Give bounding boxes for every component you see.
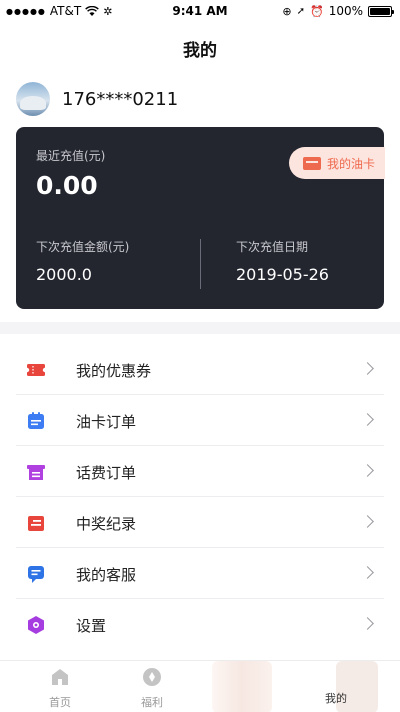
menu-item-settings[interactable]: 设置 (0, 599, 400, 650)
profile-icon (326, 667, 346, 687)
menu-item-coupons[interactable]: 我的优惠券 (0, 344, 400, 395)
tab-welfare[interactable]: 福利 (122, 667, 182, 710)
recharge-card: 最近充值(元) 0.00 我的油卡 下次充值金额(元) 2000.0 下次充值日… (16, 127, 385, 309)
menu-item-customer-service[interactable]: 我的客服 (0, 548, 400, 599)
alarm-icon: ⏰ (309, 4, 324, 18)
menu-item-oil-card-orders[interactable]: 油卡订单 (0, 395, 400, 446)
next-date-label: 下次充值日期 (236, 240, 309, 254)
settings-icon (28, 616, 44, 634)
menu-label: 话费订单 (76, 464, 137, 482)
my-oil-card-label: 我的油卡 (327, 156, 376, 171)
recent-recharge-amount: 0.00 (36, 171, 98, 200)
my-oil-card-button[interactable]: 我的油卡 (289, 147, 385, 179)
prize-record-icon (28, 516, 44, 531)
card-divider (200, 239, 201, 289)
tab-label: 首页 (49, 696, 71, 709)
menu-list: 我的优惠券 油卡订单 话费订单 中奖纪录 我的客服 设置 (0, 344, 400, 650)
status-bar: ●●●●● AT&T ✲ 9:41 AM ⊕ ➚ ⏰ 100% (0, 0, 400, 22)
avatar[interactable] (16, 82, 50, 116)
tab-label: 福利 (141, 696, 163, 709)
page-title: 我的 (183, 41, 217, 61)
phone-number: 176****0211 (62, 88, 179, 110)
lock-rotation-icon: ⊕ (282, 4, 292, 18)
battery-icon (368, 5, 394, 17)
phone-bill-order-icon (27, 465, 45, 480)
menu-label: 中奖纪录 (76, 515, 137, 533)
status-right-group: ⊕ ➚ ⏰ 100% (282, 4, 394, 18)
next-amount-label: 下次充值金额(元) (36, 240, 130, 254)
profile-row[interactable]: 176****0211 (16, 82, 178, 116)
tab-profile[interactable]: 我的 (306, 667, 366, 706)
next-date-value: 2019-05-26 (236, 265, 329, 284)
tab-home[interactable]: 首页 (30, 667, 90, 710)
chevron-right-icon (361, 464, 374, 477)
menu-item-phone-bill-orders[interactable]: 话费订单 (0, 446, 400, 497)
tab-bar: 首页 福利 我的 (0, 660, 400, 712)
next-amount-value: 2000.0 (36, 265, 92, 284)
chevron-right-icon (361, 362, 374, 375)
chevron-right-icon (361, 413, 374, 426)
blurred-overlay (212, 661, 272, 712)
battery-percent: 100% (328, 4, 363, 18)
chevron-right-icon (361, 617, 374, 630)
coupon-icon (26, 364, 46, 376)
menu-label: 我的优惠券 (76, 362, 152, 380)
menu-label: 油卡订单 (76, 413, 137, 431)
home-icon (52, 669, 68, 685)
welfare-icon (143, 668, 161, 686)
section-divider (0, 322, 400, 334)
oil-card-order-icon (28, 412, 44, 429)
recent-recharge-label: 最近充值(元) (36, 149, 106, 163)
menu-label: 设置 (76, 617, 107, 635)
customer-service-icon (28, 566, 44, 583)
menu-item-prize-records[interactable]: 中奖纪录 (0, 497, 400, 548)
chevron-right-icon (361, 566, 374, 579)
location-icon: ➚ (296, 5, 305, 17)
menu-label: 我的客服 (76, 566, 137, 584)
oil-card-icon (303, 156, 321, 170)
chevron-right-icon (361, 515, 374, 528)
tab-label: 我的 (325, 692, 347, 705)
